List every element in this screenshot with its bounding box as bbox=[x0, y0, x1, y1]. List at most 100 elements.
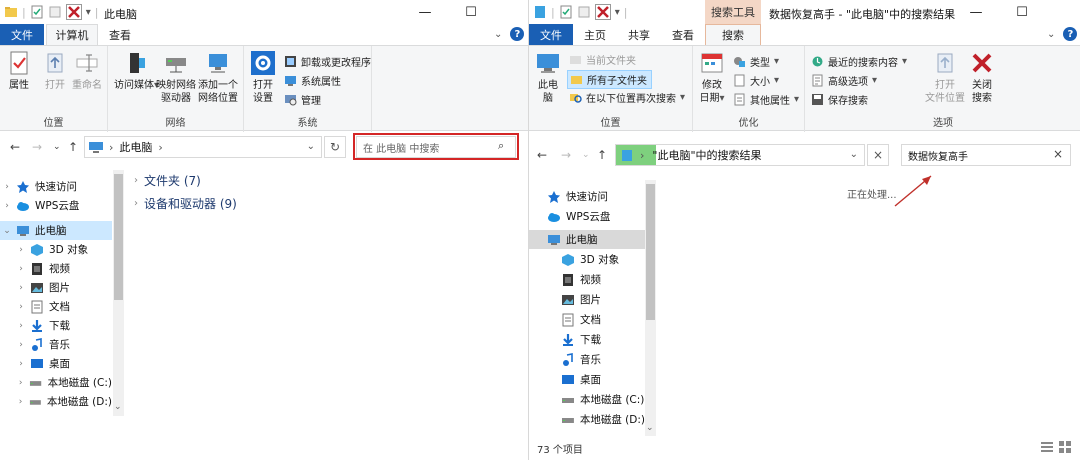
address-path[interactable]: "此电脑"中的搜索结果 bbox=[652, 147, 761, 163]
nav-item-downloads[interactable]: 下载 bbox=[529, 330, 645, 349]
expand-icon[interactable]: › bbox=[16, 359, 26, 369]
expand-icon[interactable]: › bbox=[16, 264, 26, 274]
expand-icon[interactable]: › bbox=[16, 340, 26, 350]
clear-search-icon[interactable]: × bbox=[1053, 147, 1063, 161]
nav-item-quick-access[interactable]: 快速访问 bbox=[529, 187, 645, 206]
open-button[interactable]: 打开 bbox=[42, 50, 68, 92]
nav-scrollbar[interactable] bbox=[645, 180, 656, 436]
expand-ribbon-icon[interactable]: ⌄ bbox=[1047, 29, 1055, 40]
nav-item-desktop[interactable]: › 桌面 bbox=[0, 354, 112, 373]
nav-scrollbar-thumb[interactable] bbox=[646, 184, 655, 320]
nav-item-3d-objects[interactable]: › 3D 对象 bbox=[0, 240, 112, 259]
group-folders[interactable]: › 文件夹 (7) bbox=[134, 172, 201, 189]
nav-scrollbar[interactable] bbox=[113, 170, 124, 416]
address-bar[interactable]: › "此电脑"中的搜索结果 ⌄ bbox=[615, 144, 865, 166]
nav-scrollbar-thumb[interactable] bbox=[114, 174, 123, 300]
nav-item-music[interactable]: › 音乐 bbox=[0, 335, 112, 354]
address-path[interactable]: 此电脑 bbox=[119, 139, 152, 155]
expand-ribbon-icon[interactable]: ⌄ bbox=[494, 29, 502, 40]
nav-item-videos[interactable]: 视频 bbox=[529, 270, 645, 289]
expand-icon[interactable]: › bbox=[16, 321, 26, 331]
customize-toolbar-icon[interactable]: ▾ bbox=[86, 7, 91, 18]
recent-locations-button[interactable]: ⌄ bbox=[582, 150, 590, 160]
refresh-button[interactable]: ↻ bbox=[324, 136, 346, 158]
nav-item-music[interactable]: 音乐 bbox=[529, 350, 645, 369]
properties-button[interactable]: 属性 bbox=[6, 50, 32, 92]
system-properties-button[interactable]: 系统属性 bbox=[284, 73, 341, 88]
expand-icon[interactable]: › bbox=[16, 378, 25, 388]
new-folder-icon[interactable] bbox=[48, 5, 62, 19]
tab-computer[interactable]: 计算机 bbox=[46, 24, 98, 45]
other-properties-button[interactable]: 其他属性 ▾ bbox=[733, 92, 799, 107]
properties-icon[interactable] bbox=[30, 5, 44, 19]
nav-item-drive-d[interactable]: › 本地磁盘 (D:) bbox=[0, 392, 112, 411]
nav-item-3d-objects[interactable]: 3D 对象 bbox=[529, 250, 645, 269]
tab-file[interactable]: 文件 bbox=[0, 24, 44, 45]
open-settings-button[interactable]: 打开 设置 bbox=[250, 50, 276, 105]
nav-item-drive-d[interactable]: 本地磁盘 (D:) bbox=[529, 410, 645, 429]
expand-icon[interactable]: › bbox=[16, 283, 26, 293]
recent-locations-button[interactable]: ⌄ bbox=[53, 142, 61, 152]
nav-item-this-pc[interactable]: ⌄ 此电脑 bbox=[0, 221, 112, 240]
nav-item-this-pc[interactable]: 此电脑 bbox=[529, 230, 645, 249]
delete-icon[interactable] bbox=[65, 4, 82, 20]
back-button[interactable]: ← bbox=[10, 140, 20, 154]
help-icon[interactable]: ? bbox=[1063, 27, 1078, 41]
properties-icon[interactable] bbox=[559, 5, 573, 19]
tab-share[interactable]: 共享 bbox=[619, 24, 659, 45]
nav-item-wps-cloud[interactable]: › WPS云盘 bbox=[0, 196, 112, 215]
details-view-icon[interactable] bbox=[1041, 441, 1053, 453]
date-modified-button[interactable]: 修改 日期▾ bbox=[699, 50, 725, 105]
large-icons-view-icon[interactable] bbox=[1059, 441, 1071, 453]
close-search-button[interactable]: 关闭 搜索 bbox=[969, 50, 995, 105]
expand-icon[interactable]: › bbox=[2, 201, 12, 211]
this-pc-scope-button[interactable]: 此电 脑 bbox=[535, 50, 561, 105]
access-media-button[interactable]: 访问媒体▾ bbox=[114, 50, 159, 92]
maximize-button[interactable]: ☐ bbox=[999, 0, 1045, 24]
minimize-button[interactable]: — bbox=[402, 0, 448, 24]
search-again-button[interactable]: 在以下位置再次搜索 ▾ bbox=[569, 90, 685, 105]
minimize-button[interactable]: — bbox=[953, 0, 999, 24]
nav-item-videos[interactable]: › 视频 bbox=[0, 259, 112, 278]
nav-item-pictures[interactable]: 图片 bbox=[529, 290, 645, 309]
help-icon[interactable]: ? bbox=[510, 27, 525, 41]
scroll-down-icon[interactable]: ⌄ bbox=[646, 423, 654, 433]
rename-button[interactable]: 重命名 bbox=[72, 50, 102, 92]
recent-searches-button[interactable]: 最近的搜索内容 ▾ bbox=[811, 54, 907, 69]
all-subfolders-button[interactable]: 所有子文件夹 bbox=[567, 70, 652, 89]
up-button[interactable]: ↑ bbox=[597, 148, 607, 162]
address-dropdown-icon[interactable]: ⌄ bbox=[307, 141, 315, 152]
customize-toolbar-icon[interactable]: ▾ bbox=[615, 7, 620, 18]
collapse-icon[interactable]: ⌄ bbox=[2, 226, 12, 236]
nav-item-drive-c[interactable]: › 本地磁盘 (C:) bbox=[0, 373, 112, 392]
tab-view[interactable]: 查看 bbox=[100, 24, 140, 45]
tab-file[interactable]: 文件 bbox=[529, 24, 573, 45]
current-folder-button[interactable]: 当前文件夹 bbox=[569, 52, 636, 67]
address-bar[interactable]: › 此电脑 › ⌄ bbox=[84, 136, 322, 158]
delete-icon[interactable] bbox=[594, 4, 611, 20]
nav-item-documents[interactable]: 文档 bbox=[529, 310, 645, 329]
scroll-down-icon[interactable]: ⌄ bbox=[114, 402, 122, 412]
nav-item-downloads[interactable]: › 下载 bbox=[0, 316, 112, 335]
nav-item-desktop[interactable]: 桌面 bbox=[529, 370, 645, 389]
tab-view[interactable]: 查看 bbox=[663, 24, 703, 45]
address-chevron[interactable]: › bbox=[158, 141, 162, 154]
open-file-location-button[interactable]: 打开 文件位置 bbox=[925, 50, 965, 105]
forward-button[interactable]: → bbox=[32, 140, 42, 154]
group-devices[interactable]: › 设备和驱动器 (9) bbox=[134, 195, 237, 212]
tab-search[interactable]: 搜索 bbox=[705, 24, 761, 45]
new-folder-icon[interactable] bbox=[577, 5, 591, 19]
expand-icon[interactable]: › bbox=[16, 302, 26, 312]
address-dropdown-icon[interactable]: ⌄ bbox=[850, 149, 858, 160]
tab-home[interactable]: 主页 bbox=[575, 24, 615, 45]
manage-button[interactable]: 管理 bbox=[284, 92, 321, 107]
nav-item-quick-access[interactable]: › 快速访问 bbox=[0, 177, 112, 196]
forward-button[interactable]: → bbox=[561, 148, 571, 162]
nav-item-documents[interactable]: › 文档 bbox=[0, 297, 112, 316]
map-network-drive-button[interactable]: 映射网络 驱动器 bbox=[156, 50, 196, 105]
nav-item-pictures[interactable]: › 图片 bbox=[0, 278, 112, 297]
type-filter-button[interactable]: 类型 ▾ bbox=[733, 54, 779, 69]
expand-icon[interactable]: › bbox=[16, 397, 25, 407]
up-button[interactable]: ↑ bbox=[68, 140, 78, 154]
back-button[interactable]: ← bbox=[537, 148, 547, 162]
